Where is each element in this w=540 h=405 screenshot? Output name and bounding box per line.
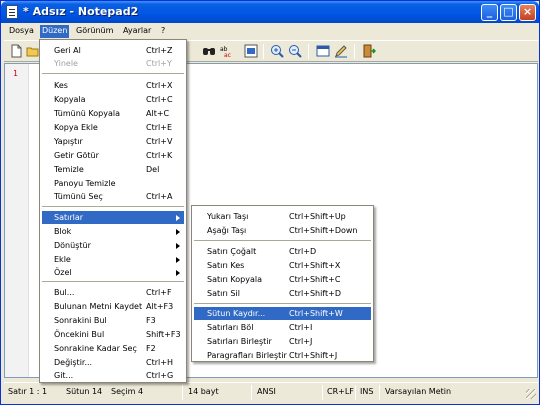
minimize-button[interactable]: _ [481, 4, 498, 21]
maximize-button[interactable]: □ [500, 4, 517, 21]
status-column: Sütun 14 [66, 387, 103, 396]
line-number: 1 [13, 69, 18, 78]
status-encoding[interactable]: ANSI [257, 387, 276, 396]
menu-item-clear-clipboard[interactable]: Panoyu Temizle [42, 177, 184, 190]
menu-view[interactable]: Görünüm [74, 25, 115, 38]
menu-bar: Dosya Düzen Görünüm Ayarlar ? [4, 23, 538, 39]
status-divider [355, 385, 356, 400]
edit-menu: Geri Al Ctrl+Z Yinele Ctrl+Y Kes Ctrl+X Kop… [39, 39, 187, 383]
menu-item-convert[interactable]: Dönüştür [42, 239, 184, 252]
open-folder-icon[interactable] [26, 44, 40, 58]
menu-item-special[interactable]: Özel [42, 266, 184, 279]
menu-settings[interactable]: Ayarlar [121, 25, 153, 38]
toolbar-separator [263, 44, 264, 59]
menu-item-swap[interactable]: Getir Götür Ctrl+K [42, 149, 184, 162]
submenu-arrow-icon [176, 270, 180, 276]
notepad-icon [6, 5, 18, 19]
zoom-in-icon[interactable] [270, 44, 284, 58]
menu-help[interactable]: ? [159, 25, 167, 38]
select-all-icon[interactable] [244, 44, 258, 58]
settings-icon[interactable] [316, 44, 330, 58]
svg-text:ac: ac [224, 52, 231, 58]
window-title: * Adsız - Notepad2 [23, 5, 139, 18]
menu-item-save-found[interactable]: Bulunan Metni Kaydet Alt+F3 [42, 300, 184, 313]
menu-item-paste[interactable]: Yapıştır Ctrl+V [42, 135, 184, 148]
notepad2-window: * Adsız - Notepad2 _ □ × Dosya Düzen Gör… [0, 0, 540, 405]
title-bar[interactable]: * Adsız - Notepad2 _ □ × [1, 1, 539, 23]
menu-item-column-wrap[interactable]: Sütun Kaydır... Ctrl+Shift+W [194, 307, 371, 320]
menu-item-cut-line[interactable]: Satırı Kes Ctrl+Shift+X [194, 259, 371, 272]
menu-item-cut[interactable]: Kes Ctrl+X [42, 79, 184, 92]
close-button[interactable]: × [519, 4, 536, 21]
replace-icon[interactable]: ab ac [220, 44, 234, 58]
submenu-arrow-icon [176, 257, 180, 263]
menu-item-copy-line[interactable]: Satırı Kopyala Ctrl+Shift+C [194, 273, 371, 286]
menu-separator [194, 240, 371, 241]
menu-item-find[interactable]: Bul... Ctrl+F [42, 286, 184, 299]
status-divider [182, 385, 183, 400]
status-insert-mode[interactable]: INS [360, 387, 373, 396]
menu-item-insert[interactable]: Ekle [42, 253, 184, 266]
edit-icon[interactable] [334, 44, 348, 58]
menu-item-delete-line[interactable]: Satırı Sil Ctrl+Shift+D [194, 287, 371, 300]
menu-item-find-next[interactable]: Sonrakini Bul F3 [42, 314, 184, 327]
status-divider [322, 385, 323, 400]
menu-item-copy-all[interactable]: Tümünü Kopyala Alt+C [42, 107, 184, 120]
status-divider [251, 385, 252, 400]
menu-file[interactable]: Dosya [7, 25, 36, 38]
menu-separator [42, 281, 184, 282]
toolbar-separator [354, 44, 355, 59]
status-scheme[interactable]: Varsayılan Metin [385, 387, 451, 396]
toolbar-separator [308, 44, 309, 59]
menu-item-copy-add[interactable]: Kopya Ekle Ctrl+E [42, 121, 184, 134]
menu-item-duplicate-line[interactable]: Satırı Çoğalt Ctrl+D [194, 245, 371, 258]
exit-icon[interactable] [362, 44, 376, 58]
submenu-arrow-icon [176, 215, 180, 221]
status-position: Satır 1 : 1 [8, 387, 48, 396]
status-size: 14 bayt [188, 387, 219, 396]
zoom-out-icon[interactable] [288, 44, 302, 58]
menu-item-split-lines[interactable]: Satırları Böl Ctrl+I [194, 321, 371, 334]
menu-item-select-all[interactable]: Tümünü Seç Ctrl+A [42, 190, 184, 203]
menu-item-move-down[interactable]: Aşağı Taşı Ctrl+Shift+Down [194, 224, 371, 237]
menu-item-move-up[interactable]: Yukarı Taşı Ctrl+Shift+Up [194, 210, 371, 223]
line-number-gutter: 1 [5, 64, 29, 377]
menu-separator [194, 303, 371, 304]
menu-item-select-to-next[interactable]: Sonrakine Kadar Seç F2 [42, 342, 184, 355]
menu-item-join-lines[interactable]: Satırları Birleştir Ctrl+J [194, 335, 371, 348]
lines-submenu: Yukarı Taşı Ctrl+Shift+Up Aşağı Taşı Ctrl+… [191, 205, 374, 362]
menu-item-redo[interactable]: Yinele Ctrl+Y [42, 57, 184, 70]
submenu-arrow-icon [176, 229, 180, 235]
menu-item-find-previous[interactable]: Öncekini Bul Shift+F3 [42, 328, 184, 341]
menu-item-block[interactable]: Blok [42, 225, 184, 238]
status-selection: Seçim 4 [111, 387, 144, 396]
new-file-icon[interactable] [9, 44, 23, 58]
status-line-ending[interactable]: CR+LF [327, 387, 354, 396]
find-icon[interactable] [202, 44, 216, 58]
menu-item-goto[interactable]: Git... Ctrl+G [42, 369, 184, 382]
menu-item-clear[interactable]: Temizle Del [42, 163, 184, 176]
menu-item-lines[interactable]: Satırlar [42, 211, 184, 224]
menu-item-copy[interactable]: Kopyala Ctrl+C [42, 93, 184, 106]
menu-separator [42, 206, 184, 207]
status-divider [379, 385, 380, 400]
resize-grip[interactable] [526, 389, 536, 399]
menu-item-join-paragraphs[interactable]: Paragrafları Birleştir Ctrl+Shift+J [194, 349, 371, 362]
status-bar: Satır 1 : 1 Sütun 14 Seçim 4 14 bayt ANS… [4, 382, 538, 402]
menu-separator [42, 73, 184, 74]
menu-item-replace[interactable]: Değiştir... Ctrl+H [42, 356, 184, 369]
menu-item-undo[interactable]: Geri Al Ctrl+Z [42, 44, 184, 57]
menu-edit[interactable]: Düzen [40, 25, 70, 38]
submenu-arrow-icon [176, 243, 180, 249]
